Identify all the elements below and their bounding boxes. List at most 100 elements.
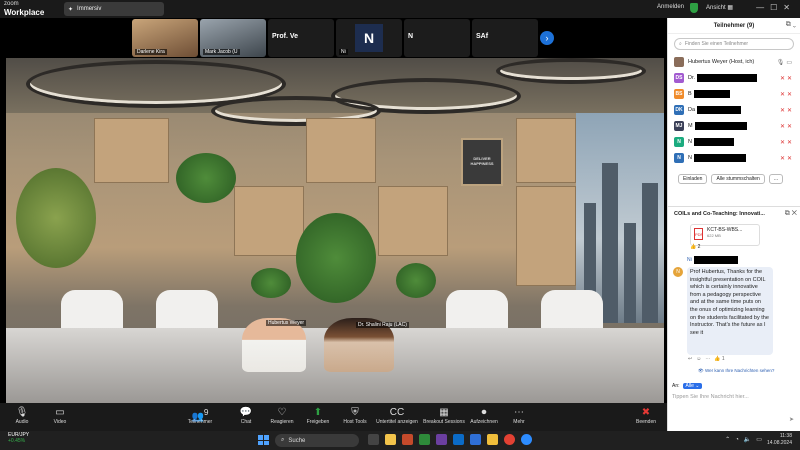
battery-icon[interactable]: ▭	[756, 436, 762, 443]
host-tools-button[interactable]: ⛨ Host Tools	[335, 406, 375, 425]
share-button[interactable]: ⬆ Freigeben	[298, 406, 338, 425]
participant-row[interactable]: Hubertus Weyer (Host, ich) 🎙▭	[668, 54, 800, 70]
chat-popout-icons[interactable]: ⧉ ✕	[785, 210, 797, 218]
participants-button[interactable]: 👥9 Teilnehmer	[180, 406, 220, 425]
shield-icon[interactable]	[690, 3, 698, 13]
participants-more-button[interactable]: ...	[768, 174, 783, 184]
participant-row[interactable]: DK Da ✕✕	[668, 102, 800, 118]
video-thumbnail[interactable]: Ni N	[336, 19, 402, 57]
participant-video[interactable]	[242, 318, 306, 372]
windows-start-icon[interactable]	[258, 435, 269, 445]
zoom-icon[interactable]	[521, 434, 532, 445]
audio-button[interactable]: 🎙 Audio	[2, 406, 42, 425]
participant-row[interactable]: BS B ✕✕	[668, 86, 800, 102]
search-icon: ⌕	[281, 437, 285, 443]
speaker-icon[interactable]: 🔈	[744, 436, 751, 443]
window-controls: — ☐ ✕	[756, 3, 790, 12]
participant-row[interactable]: MJ M ✕✕	[668, 118, 800, 134]
redacted-name	[694, 122, 747, 130]
mic-camera-status-icon[interactable]: ✕✕	[780, 139, 794, 146]
view-mode-selector[interactable]: ✦ Immersiv	[64, 2, 164, 16]
outlook-icon[interactable]	[453, 434, 464, 445]
breakout-button[interactable]: ▦ Breakout Sessions	[422, 406, 466, 425]
reply-icon[interactable]: ↩	[688, 356, 692, 362]
react-button[interactable]: ♡ Reagieren	[262, 406, 302, 425]
more-dots-icon[interactable]: ⋯	[705, 356, 710, 362]
participant-row[interactable]: N N ✕✕	[668, 150, 800, 166]
more-button[interactable]: ⋯ Mehr	[499, 406, 539, 425]
avatar: BS	[674, 89, 684, 99]
message-sender: Ni	[687, 256, 738, 264]
thumbnail-name: Mark Jacob (U	[203, 49, 240, 55]
next-page-button[interactable]: ›	[540, 31, 554, 45]
onenote-icon[interactable]	[436, 434, 447, 445]
invite-button[interactable]: Einladen	[678, 174, 708, 184]
video-thumbnail[interactable]: N	[404, 19, 470, 57]
mic-camera-status-icon[interactable]: ✕✕	[780, 123, 794, 130]
task-view-icon[interactable]	[368, 434, 379, 445]
folder-icon[interactable]	[487, 434, 498, 445]
video-label: Video	[53, 419, 67, 425]
record-button[interactable]: ⏺ Aufzeichnen	[464, 406, 504, 425]
plant	[176, 153, 236, 203]
avatar: N	[674, 137, 684, 147]
more-dots-icon: ⋯	[514, 407, 524, 418]
message-reaction[interactable]: 👍 1	[714, 356, 724, 362]
react-label: Reagieren	[270, 419, 294, 425]
who-can-see-link[interactable]: 👁 Wer kann Ihre Nachrichten sehen?	[698, 368, 774, 374]
search-label: Suche	[288, 437, 306, 444]
mic-camera-status-icon[interactable]: 🎙▭	[777, 59, 794, 66]
participant-row[interactable]: N N ✕✕	[668, 134, 800, 150]
explorer-icon[interactable]	[385, 434, 396, 445]
signin-link[interactable]: Anmelden	[657, 4, 684, 10]
participants-count: 9	[203, 407, 209, 417]
wall-panel	[516, 118, 576, 183]
minimize-icon[interactable]: —	[756, 3, 764, 12]
participant-search-input[interactable]: ⌕ Finden Sie einen Teilnehmer	[674, 38, 794, 50]
video-button[interactable]: ▭ Video	[40, 406, 80, 425]
chrome-icon[interactable]	[504, 434, 515, 445]
record-label: Aufzeichnen	[470, 419, 498, 425]
powerpoint-icon[interactable]	[402, 434, 413, 445]
view-button[interactable]: Ansicht ▦	[706, 4, 733, 11]
shared-file[interactable]: PDF KCT-BS-WBS... 622 MB	[690, 224, 760, 246]
video-thumbnail[interactable]: Mark Jacob (U	[200, 19, 266, 57]
building	[642, 183, 658, 323]
participant-strip: Darlene Kira Mark Jacob (U Prof. Ve Ni N…	[132, 19, 538, 57]
search-placeholder: Finden Sie einen Teilnehmer	[684, 41, 749, 47]
video-thumbnail[interactable]: Darlene Kira	[132, 19, 198, 57]
send-icon[interactable]: ➤	[789, 416, 794, 423]
participant-row[interactable]: DS Dr. ✕✕	[668, 70, 800, 86]
wifi-icon[interactable]: ◔	[735, 437, 739, 443]
recipient-dropdown[interactable]: Alle ⌄	[682, 383, 703, 389]
popout-close-icons[interactable]: ⧉ ⌄	[786, 21, 796, 29]
windows-taskbar: EUR/JPY +0.45% ⌕ Suche ⌃ ◔ 🔈 ▭ 11:38 14.…	[0, 431, 800, 450]
mic-camera-status-icon[interactable]: ✕✕	[780, 155, 794, 162]
word-icon[interactable]	[470, 434, 481, 445]
chevron-up-icon[interactable]: ⌃	[725, 436, 730, 443]
maximize-icon[interactable]: ☐	[770, 3, 777, 12]
avatar: MJ	[674, 121, 684, 131]
people-icon: 👥9	[191, 407, 209, 423]
captions-label: Untertitel anzeigen	[376, 419, 418, 425]
clock[interactable]: 11:38 14.08.2024	[767, 433, 792, 446]
file-reaction[interactable]: 👍 2	[690, 244, 700, 250]
stock-widget[interactable]: EUR/JPY +0.45%	[8, 432, 29, 444]
mute-all-button[interactable]: Alle stummschalten	[711, 174, 765, 184]
chat-button[interactable]: 💬 Chat	[226, 406, 266, 425]
close-icon[interactable]: ✕	[783, 3, 790, 12]
chat-input[interactable]: Tippen Sie Ihre Nachricht hier...	[672, 394, 749, 400]
mic-camera-status-icon[interactable]: ✕✕	[780, 107, 794, 114]
end-button[interactable]: ✖ Beenden	[626, 406, 666, 425]
emoji-icon[interactable]: ☺	[696, 356, 701, 362]
excel-icon[interactable]	[419, 434, 430, 445]
thumbnail-name: Prof. Ve	[272, 33, 299, 40]
plant	[296, 213, 376, 303]
captions-button[interactable]: CC Untertitel anzeigen	[375, 406, 419, 425]
taskbar-search[interactable]: ⌕ Suche	[275, 434, 359, 447]
avatar: DS	[674, 73, 684, 83]
mic-camera-status-icon[interactable]: ✕✕	[780, 75, 794, 82]
mic-camera-status-icon[interactable]: ✕✕	[780, 91, 794, 98]
video-thumbnail[interactable]: Prof. Ve	[268, 19, 334, 57]
video-thumbnail[interactable]: SAf	[472, 19, 538, 57]
